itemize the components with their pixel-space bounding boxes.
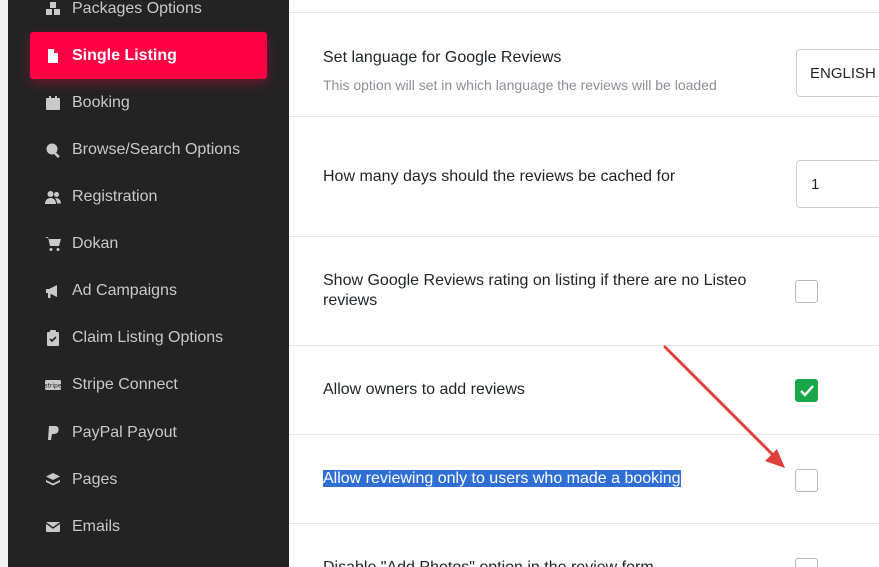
settings-row-language: Set language for Google Reviews This opt… xyxy=(289,13,879,117)
sidebar-item-label: Registration xyxy=(72,187,158,205)
sidebar-item-label: PayPal Payout xyxy=(72,423,177,441)
sidebar-item-label: Ad Campaigns xyxy=(72,281,177,299)
calendar-icon xyxy=(42,92,64,114)
megaphone-icon xyxy=(42,280,64,302)
cache-days-input[interactable]: 1 xyxy=(796,160,879,208)
sidebar-item-label: Stripe Connect xyxy=(72,375,178,393)
envelope-icon xyxy=(42,516,64,538)
setting-description: This option will set in which language t… xyxy=(323,77,717,93)
settings-sidebar: Packages Options Single Listing Booking … xyxy=(8,0,289,567)
boxes-icon xyxy=(42,0,64,20)
clipboard-check-icon xyxy=(42,327,64,349)
booking-only-reviews-checkbox[interactable] xyxy=(795,469,818,492)
sidebar-item-label: Dokan xyxy=(72,234,119,252)
sidebar-item-single-listing[interactable]: Single Listing xyxy=(30,32,267,79)
disable-add-photos-checkbox[interactable] xyxy=(795,558,818,567)
sidebar-item-label: Emails xyxy=(72,517,121,535)
search-location-icon xyxy=(42,139,64,161)
setting-title: Disable "Add Photos" option in the revie… xyxy=(323,558,763,567)
left-gutter xyxy=(0,0,8,567)
setting-title: Allow owners to add reviews xyxy=(323,381,525,398)
sidebar-item-ad-campaigns[interactable]: Ad Campaigns xyxy=(30,267,267,314)
checkmark-icon xyxy=(800,385,814,397)
language-select[interactable]: ENGLISH xyxy=(796,49,879,97)
sidebar-item-label: Pages xyxy=(72,470,118,488)
settings-row-top xyxy=(289,0,879,13)
owners-add-reviews-checkbox[interactable] xyxy=(795,379,818,402)
layers-icon xyxy=(42,469,64,491)
settings-row-disable-add-photos: Disable "Add Photos" option in the revie… xyxy=(289,524,879,567)
settings-row-owners-add-reviews: Allow owners to add reviews xyxy=(289,346,879,435)
setting-title: Show Google Reviews rating on listing if… xyxy=(323,272,747,309)
sidebar-item-paypal-payout[interactable]: PayPal Payout xyxy=(30,409,267,456)
setting-title: Allow reviewing only to users who made a… xyxy=(323,469,763,489)
settings-content: Set language for Google Reviews This opt… xyxy=(289,0,879,567)
sidebar-item-pages[interactable]: Pages xyxy=(30,456,267,503)
users-icon xyxy=(42,186,64,208)
settings-row-show-google-rating: Show Google Reviews rating on listing if… xyxy=(289,237,879,346)
sidebar-item-browse-search[interactable]: Browse/Search Options xyxy=(30,126,267,173)
paypal-icon xyxy=(42,422,64,444)
setting-title: How many days should the reviews be cach… xyxy=(323,168,676,185)
svg-text:stripe: stripe xyxy=(45,382,61,389)
file-icon xyxy=(42,45,64,67)
stripe-icon: stripe xyxy=(42,374,64,396)
sidebar-item-claim-listing[interactable]: Claim Listing Options xyxy=(30,314,267,361)
sidebar-item-label: Single Listing xyxy=(72,46,177,64)
sidebar-item-packages-options[interactable]: Packages Options xyxy=(30,0,267,32)
settings-row-cache-days: How many days should the reviews be cach… xyxy=(289,117,879,237)
sidebar-item-stripe-connect[interactable]: stripe Stripe Connect xyxy=(30,361,267,408)
sidebar-item-label: Claim Listing Options xyxy=(72,328,224,346)
cart-icon xyxy=(42,233,64,255)
selected-text: Allow reviewing only to users who made a… xyxy=(323,470,681,487)
sidebar-item-booking[interactable]: Booking xyxy=(30,79,267,126)
setting-title: Set language for Google Reviews xyxy=(323,49,562,66)
sidebar-item-registration[interactable]: Registration xyxy=(30,173,267,220)
sidebar-item-label: Booking xyxy=(72,93,130,111)
settings-row-booking-only-reviews: Allow reviewing only to users who made a… xyxy=(289,435,879,524)
sidebar-item-label: Packages Options xyxy=(72,0,202,17)
sidebar-item-dokan[interactable]: Dokan xyxy=(30,220,267,267)
show-google-rating-checkbox[interactable] xyxy=(795,280,818,303)
sidebar-item-label: Browse/Search Options xyxy=(72,140,241,158)
sidebar-item-emails[interactable]: Emails xyxy=(30,503,267,550)
